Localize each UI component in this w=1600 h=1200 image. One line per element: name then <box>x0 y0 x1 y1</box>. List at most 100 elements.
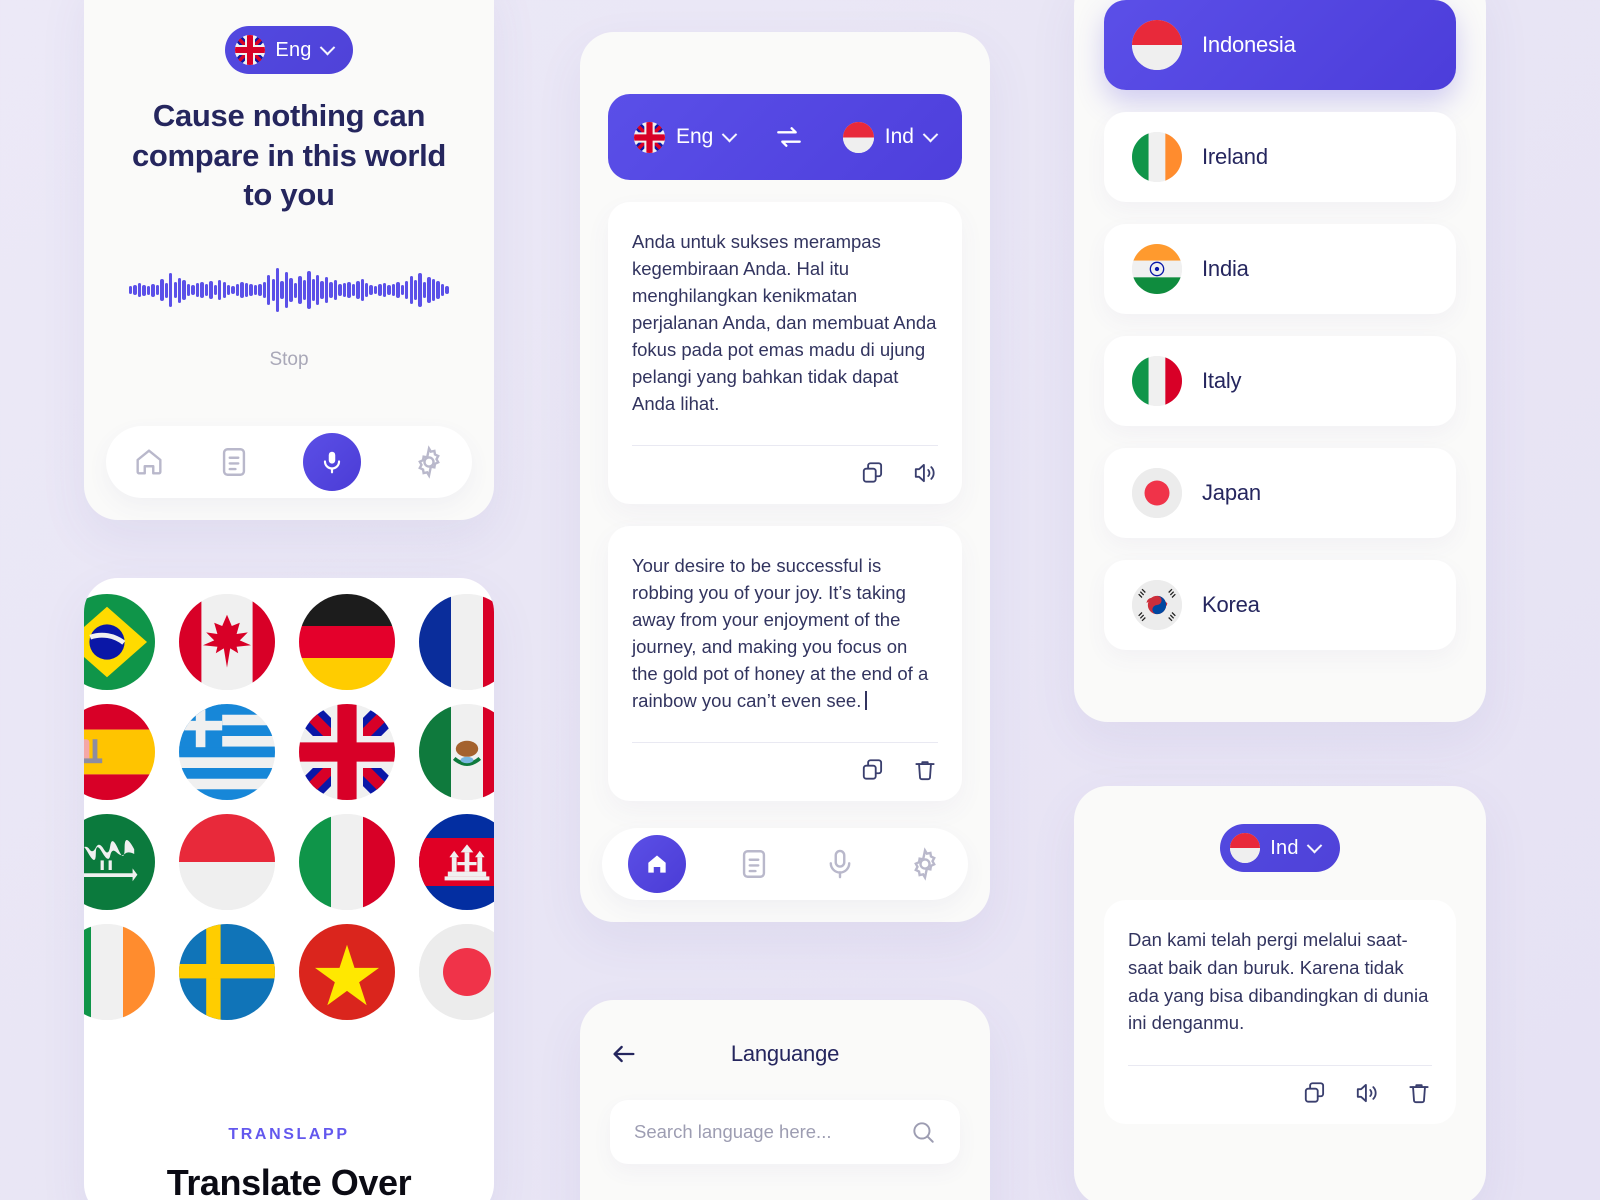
speaker-icon[interactable] <box>912 460 938 486</box>
country-list-item[interactable]: Indonesia <box>1104 0 1456 90</box>
waveform-bar <box>200 282 204 299</box>
waveform-bar <box>137 283 142 298</box>
waveform-bar <box>369 285 373 296</box>
swap-arrows-icon[interactable] <box>773 121 805 153</box>
waveform-bar <box>298 276 302 305</box>
source-language-label: Eng <box>275 38 312 61</box>
country-list-item[interactable]: India <box>1104 224 1456 314</box>
waveform-bar <box>431 279 436 302</box>
home-icon[interactable] <box>132 445 166 479</box>
waveform-bar <box>356 281 360 300</box>
waveform-bar <box>351 284 356 297</box>
result-text: Dan kami telah pergi melalui saat-saat b… <box>1128 929 1429 1034</box>
country-list-item[interactable]: Japan <box>1104 448 1456 538</box>
stop-recording-label[interactable]: Stop <box>84 349 494 371</box>
waveform-bar <box>133 285 137 296</box>
waveform-bar <box>204 284 209 297</box>
result-lang-pill-row: Ind <box>1074 786 1486 872</box>
document-icon[interactable] <box>737 847 771 881</box>
source-text: Your desire to be successful is robbing … <box>632 555 929 711</box>
vietnam-flag-icon <box>299 924 395 1020</box>
country-name: Italy <box>1202 368 1242 393</box>
italy-flag-icon <box>1132 356 1182 406</box>
waveform-bar <box>316 275 320 306</box>
waveform-bar <box>405 281 409 300</box>
chevron-down-icon <box>319 39 335 55</box>
waveform-bar <box>195 283 200 298</box>
country-list-item[interactable]: Korea <box>1104 560 1456 650</box>
waveform-bar <box>293 282 298 298</box>
waveform-bar <box>440 284 445 297</box>
gear-icon[interactable] <box>412 445 446 479</box>
result-language-selector[interactable]: Ind <box>1220 824 1340 872</box>
copy-icon[interactable] <box>1302 1080 1328 1106</box>
search-language-box[interactable] <box>610 1100 960 1164</box>
greece-flag-icon <box>179 704 275 800</box>
waveform-bar <box>267 275 271 306</box>
language-screen-header: Languange <box>580 1000 990 1068</box>
waveform-bar <box>422 282 427 299</box>
bottom-navigation-bar <box>106 426 472 498</box>
waveform-bar <box>445 286 449 295</box>
microphone-icon[interactable] <box>823 847 857 881</box>
waveform-bar <box>373 286 378 295</box>
waveform-bar <box>311 279 315 302</box>
arrow-left-icon[interactable] <box>610 1040 638 1068</box>
source-language-selector[interactable]: Eng <box>634 121 738 153</box>
flag-grid <box>84 578 494 1020</box>
source-text-card[interactable]: Your desire to be successful is robbing … <box>608 526 962 801</box>
canada-flag-icon <box>179 594 275 690</box>
cambodia-flag-icon <box>419 814 494 910</box>
waveform-bar <box>226 285 231 296</box>
flag-collage-card: TRANSLAPP Translate Over <box>84 578 494 1200</box>
target-language-selector[interactable]: Ind <box>842 121 939 153</box>
waveform-bar <box>400 285 405 296</box>
divider <box>632 445 938 446</box>
waveform-bar <box>302 280 307 301</box>
spain-flag-icon <box>84 704 155 800</box>
waveform-bar <box>275 268 280 313</box>
uk-flag-icon <box>235 35 266 65</box>
country-name: Indonesia <box>1202 32 1296 57</box>
brand-block: TRANSLAPP Translate Over <box>84 1126 494 1200</box>
document-icon[interactable] <box>217 445 251 479</box>
ireland-flag-icon <box>1132 132 1182 182</box>
waveform-bar <box>396 282 400 299</box>
speaker-icon[interactable] <box>1354 1080 1380 1106</box>
uk-flag-icon <box>299 704 395 800</box>
waveform-bar <box>235 284 240 297</box>
transcript-text: Cause nothing can compare in this world … <box>131 98 447 213</box>
waveform-bar <box>414 280 418 301</box>
search-icon[interactable] <box>910 1119 936 1145</box>
country-list-item[interactable]: Italy <box>1104 336 1456 426</box>
waveform-bar <box>382 283 387 298</box>
waveform-bar <box>231 286 235 295</box>
audio-waveform <box>129 257 449 323</box>
waveform-bar <box>387 285 391 296</box>
gear-icon[interactable] <box>908 847 942 881</box>
bottom-navigation-bar <box>602 828 968 900</box>
trash-icon[interactable] <box>912 757 938 783</box>
india-flag-icon <box>1132 244 1182 294</box>
waveform-bar <box>418 273 422 308</box>
source-language-selector[interactable]: Eng <box>225 26 353 74</box>
result-card-actions <box>1128 1080 1432 1106</box>
language-search-screen: Languange <box>580 1000 990 1200</box>
divider <box>1128 1065 1432 1066</box>
ireland-flag-icon <box>84 924 155 1020</box>
copy-icon[interactable] <box>860 757 886 783</box>
search-input[interactable] <box>634 1121 910 1143</box>
translate-language-bar: Eng Ind <box>608 94 962 180</box>
waveform-bar <box>427 277 431 304</box>
waveform-bar <box>160 279 164 302</box>
trash-icon[interactable] <box>1406 1080 1432 1106</box>
country-list-item[interactable]: Ireland <box>1104 112 1456 202</box>
home-icon[interactable] <box>627 835 686 893</box>
language-screen-title: Languange <box>730 1041 840 1066</box>
microphone-icon[interactable] <box>302 433 361 491</box>
waveform-bar <box>280 281 284 300</box>
copy-icon[interactable] <box>860 460 886 486</box>
waveform-bar <box>253 285 258 296</box>
uk-flag-icon <box>634 121 665 153</box>
waveform-bar <box>284 272 289 309</box>
